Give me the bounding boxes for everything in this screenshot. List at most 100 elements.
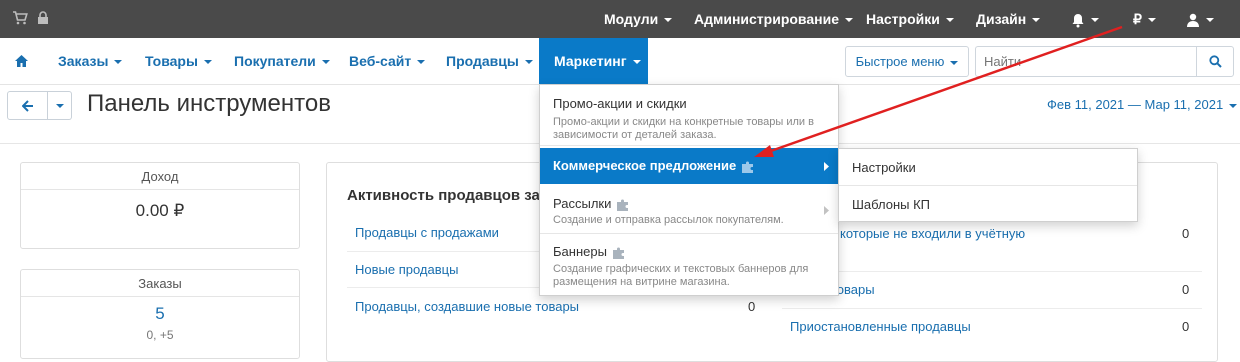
suspended-vendors-link[interactable]: Приостановленные продавцы	[790, 319, 971, 334]
nav-label: Веб-сайт	[349, 53, 412, 69]
caret-icon	[114, 60, 123, 65]
caret-icon	[321, 60, 330, 65]
new-vendors-link[interactable]: Новые продавцы	[355, 262, 458, 277]
quick-menu-label: Быстрое меню	[855, 54, 945, 69]
marketing-dropdown-menu: Промо-акции и скидки Промо-акции и скидк…	[539, 84, 839, 296]
menu-item-description: Создание и отправка рассылок покупателям…	[553, 214, 784, 226]
currency-label: ₽	[1133, 11, 1142, 27]
menu-item-title: Коммерческое предложение	[553, 158, 755, 173]
page-title: Панель инструментов	[87, 90, 331, 117]
nav-label: Продавцы	[446, 53, 519, 69]
nav-marketing[interactable]: Маркетинг	[539, 38, 648, 85]
menu-item-title-text: Баннеры	[553, 244, 607, 259]
top-menu-label: Дизайн	[976, 11, 1027, 27]
quick-menu-button[interactable]: Быстрое меню	[845, 46, 969, 77]
nav-label: Маркетинг	[554, 53, 627, 69]
caret-icon	[417, 60, 426, 65]
top-menu-modules[interactable]: Модули	[604, 0, 673, 38]
lock-icon[interactable]	[37, 11, 49, 25]
caret-icon	[55, 103, 64, 108]
top-menu-design[interactable]: Дизайн	[976, 0, 1041, 38]
top-menu-administration[interactable]: Администрирование	[694, 0, 853, 38]
commercial-offer-submenu: Настройки Шаблоны КП	[838, 148, 1138, 222]
menu-item-title: Рассылки	[553, 196, 630, 211]
nav-customers[interactable]: Покупатели	[234, 38, 330, 85]
income-card: Доход 0.00 ₽	[20, 162, 300, 249]
submenu-offer-templates[interactable]: Шаблоны КП	[852, 197, 930, 212]
date-range-label: Фев 11, 2021 — Мар 11, 2021	[1047, 97, 1224, 112]
caret-icon	[844, 18, 853, 23]
menu-item-description: Промо-акции и скидки на конкретные товар…	[553, 116, 814, 141]
addon-puzzle-icon	[612, 247, 626, 259]
search-icon	[1209, 55, 1222, 68]
chevron-right-icon	[823, 206, 829, 215]
vendors-new-products-link[interactable]: Продавцы, создавшие новые товары	[355, 299, 579, 314]
orders-card: Заказы 5 0, +5	[20, 269, 300, 359]
menu-item-commercial-offer[interactable]: Коммерческое предложение	[540, 148, 838, 184]
nav-orders[interactable]: Заказы	[58, 38, 123, 85]
vendors-new-products-value: 0	[748, 299, 756, 314]
nav-vendors[interactable]: Продавцы	[446, 38, 533, 85]
menu-item-title-text: Рассылки	[553, 196, 612, 211]
caret-icon	[945, 18, 954, 23]
back-button[interactable]	[7, 91, 48, 120]
orders-sub: 0, +5	[146, 328, 174, 342]
caret-icon	[1206, 18, 1214, 23]
panel-title: Активность продавцов за	[347, 187, 540, 204]
orders-card-label: Заказы	[21, 270, 299, 297]
menu-item-newsletters[interactable]: Рассылки Создание и отправка рассылок по…	[540, 186, 838, 233]
submenu-settings[interactable]: Настройки	[852, 160, 916, 175]
income-card-label: Доход	[21, 163, 299, 190]
nav-website[interactable]: Веб-сайт	[349, 38, 426, 85]
top-menu-label: Модули	[604, 11, 659, 27]
notifications-menu[interactable]	[1071, 0, 1099, 38]
cart-icon[interactable]	[12, 11, 28, 25]
home-icon[interactable]	[14, 38, 29, 85]
nav-label: Заказы	[58, 53, 109, 69]
vendors-not-logged-value: 0	[1182, 226, 1190, 241]
caret-icon	[524, 60, 533, 65]
vendors-with-sales-link[interactable]: Продавцы с продажами	[355, 225, 499, 240]
user-icon	[1186, 13, 1200, 28]
menu-item-title: Промо-акции и скидки	[553, 96, 687, 111]
search-button[interactable]	[1196, 46, 1234, 77]
caret-icon	[950, 60, 959, 65]
caret-icon	[1032, 18, 1041, 23]
addon-puzzle-icon	[616, 199, 630, 211]
search-input[interactable]	[975, 46, 1196, 77]
top-menu-label: Настройки	[866, 11, 940, 27]
top-menu-label: Администрирование	[694, 11, 839, 27]
row-divider	[782, 271, 1202, 272]
menu-item-title: Баннеры	[553, 244, 626, 259]
income-value: 0.00 ₽	[135, 201, 185, 220]
menu-divider	[839, 185, 1137, 186]
menu-item-description: Создание графических и текстовых баннеро…	[553, 263, 809, 288]
arrow-left-icon	[22, 100, 34, 112]
caret-icon	[1229, 103, 1238, 108]
suspended-vendors-value: 0	[1182, 319, 1190, 334]
orders-value[interactable]: 5	[21, 304, 299, 324]
user-menu[interactable]	[1186, 0, 1214, 38]
nav-label: Покупатели	[234, 53, 316, 69]
currency-menu[interactable]: ₽	[1133, 0, 1156, 38]
vendors-not-logged-link[interactable]: цы, которые не входили в учётную	[816, 226, 1025, 241]
main-nav: Заказы Товары Покупатели Веб-сайт Продав…	[0, 38, 1240, 85]
menu-divider	[540, 145, 838, 146]
nav-products[interactable]: Товары	[145, 38, 212, 85]
date-range-picker[interactable]: Фев 11, 2021 — Мар 11, 2021	[1047, 97, 1238, 112]
top-bar: Модули Администрирование Настройки Дизай…	[0, 0, 1240, 38]
row-divider	[782, 308, 1202, 309]
vendor-products-value: 0	[1182, 282, 1190, 297]
nav-label: Товары	[145, 53, 198, 69]
caret-icon	[203, 60, 212, 65]
bell-icon	[1071, 13, 1085, 28]
caret-icon	[632, 60, 641, 65]
menu-item-promotions[interactable]: Промо-акции и скидки Промо-акции и скидк…	[540, 85, 838, 145]
back-dropdown-button[interactable]	[48, 91, 72, 120]
chevron-right-icon	[823, 162, 829, 171]
menu-item-banners[interactable]: Баннеры Создание графических и текстовых…	[540, 234, 838, 296]
caret-icon	[1091, 18, 1099, 23]
top-menu-settings[interactable]: Настройки	[866, 0, 954, 38]
menu-item-title-text: Коммерческое предложение	[553, 158, 737, 173]
caret-icon	[664, 18, 673, 23]
